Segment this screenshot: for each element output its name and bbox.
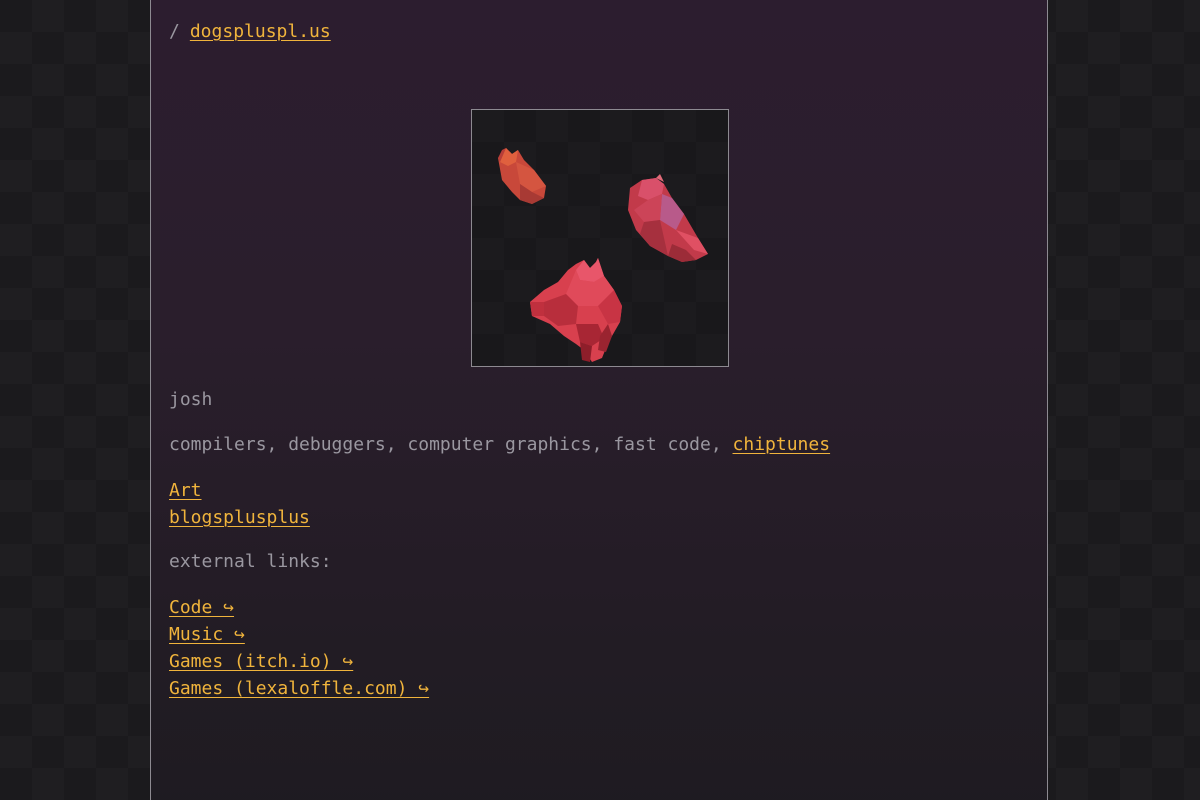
breadcrumb-separator: / <box>169 21 180 42</box>
profile-name: josh <box>169 389 213 410</box>
three-red-lowpoly-dogs-icon <box>472 110 728 366</box>
hero-image <box>471 109 729 367</box>
breadcrumb: / dogspluspl.us <box>169 19 331 45</box>
site-nav: Art blogsplusplus <box>169 477 310 531</box>
site-home-link[interactable]: dogspluspl.us <box>190 21 331 42</box>
external-link-games-itch[interactable]: Games (itch.io) ↪ <box>169 648 353 675</box>
external-link-code[interactable]: Code ↪ <box>169 594 234 621</box>
external-links-list: Code ↪ Music ↪ Games (itch.io) ↪ Games (… <box>169 594 429 702</box>
profile-tagline: compilers, debuggers, computer graphics,… <box>169 432 830 458</box>
external-link-games-lexaloffle[interactable]: Games (lexaloffle.com) ↪ <box>169 675 429 702</box>
chiptunes-link[interactable]: chiptunes <box>733 434 831 455</box>
nav-link-art[interactable]: Art <box>169 477 202 504</box>
external-links-heading: external links: <box>169 551 332 572</box>
nav-link-blogsplusplus[interactable]: blogsplusplus <box>169 504 310 531</box>
page-panel: / dogspluspl.us josh compilers, debugger… <box>150 0 1048 800</box>
external-link-music[interactable]: Music ↪ <box>169 621 245 648</box>
tagline-text: compilers, debuggers, computer graphics,… <box>169 434 722 455</box>
